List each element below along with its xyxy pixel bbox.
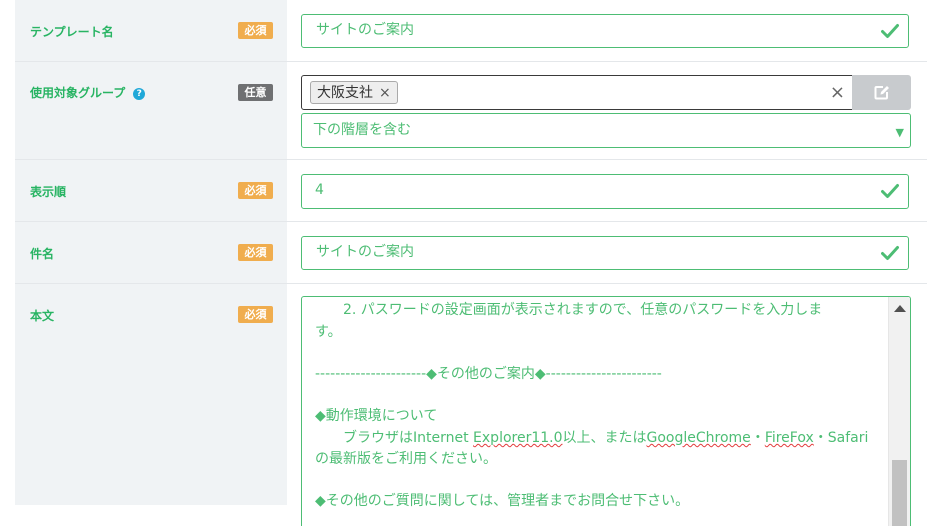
row-subject: 件名 必須 サイトのご案内 <box>15 222 927 284</box>
label-cell: 使用対象グループ? 任意 <box>15 62 287 159</box>
row-body: 本文 必須 2. パスワードの設定画面が表示されますので、任意のパスワードを入力… <box>15 284 927 526</box>
body-line: ブラウザはInternet Explorer11.0以上、またはGoogleCh… <box>315 427 868 447</box>
template-name-input[interactable]: サイトのご案内 <box>301 14 909 48</box>
body-line: 2. パスワードの設定画面が表示されますので、任意のパスワードを入力しま <box>315 302 823 318</box>
body-text-run: ブラウザは <box>315 430 413 446</box>
field-cell: 2. パスワードの設定画面が表示されますので、任意のパスワードを入力しま す。 … <box>287 284 927 526</box>
subject-value: サイトのご案内 <box>316 244 414 260</box>
subject-label: 件名 <box>30 247 55 261</box>
body-text-run: ・ <box>750 430 765 446</box>
template-name-value: サイトのご案内 <box>316 22 414 38</box>
field-cell: 大阪支社 × × 下の階層を含む ▼ <box>287 62 927 159</box>
required-badge: 必須 <box>238 244 273 261</box>
group-tag-label: 大阪支社 <box>317 85 373 101</box>
body-textarea[interactable]: 2. パスワードの設定画面が表示されますので、任意のパスワードを入力しま す。 … <box>301 296 911 526</box>
caret-down-icon: ▼ <box>895 126 904 139</box>
body-line: す。 <box>315 324 342 340</box>
body-line: ◆その他のご質問に関しては、管理者までお問合せ下さい。 <box>315 493 690 509</box>
display-order-input[interactable]: 4 <box>301 174 909 209</box>
template-name-label: テンプレート名 <box>30 25 114 39</box>
row-target-group: 使用対象グループ? 任意 大阪支社 × × 下の階層を含む ▼ <box>15 62 927 160</box>
body-line: ----------------------◆その他のご案内◆---------… <box>315 366 662 382</box>
misspelled-word: Explorer11.0 <box>473 430 563 446</box>
scope-select-value: 下の階層を含む <box>313 122 411 138</box>
body-line: ◆動作環境について <box>315 408 438 424</box>
edit-icon <box>874 86 889 100</box>
body-line: の最新版をご利用ください。 <box>315 451 497 467</box>
field-cell: サイトのご案内 <box>287 0 927 61</box>
label-cell: 本文 必須 <box>15 284 287 505</box>
scope-select[interactable]: 下の階層を含む ▼ <box>301 113 911 148</box>
scroll-up-arrow-icon[interactable] <box>894 305 906 312</box>
group-multiselect[interactable]: 大阪支社 × × <box>301 75 854 110</box>
required-badge: 必須 <box>238 306 273 323</box>
display-order-value: 4 <box>315 182 324 198</box>
label-cell: 表示順 必須 <box>15 160 287 221</box>
group-tag: 大阪支社 × <box>310 81 398 104</box>
scrollbar-thumb[interactable] <box>892 460 907 526</box>
clear-selection-icon[interactable]: × <box>830 83 845 103</box>
edit-group-button[interactable] <box>852 75 911 110</box>
question-circle-icon[interactable]: ? <box>133 88 146 100</box>
checkmark-icon <box>881 183 899 203</box>
body-label: 本文 <box>30 309 55 323</box>
body-text-run: ・Safari <box>813 430 869 446</box>
target-group-label: 使用対象グループ? <box>30 84 146 101</box>
required-badge: 必須 <box>238 182 273 199</box>
misspelled-word: GoogleChrome <box>646 430 751 446</box>
field-cell: サイトのご案内 <box>287 222 927 283</box>
tag-remove-icon[interactable]: × <box>379 85 391 101</box>
display-order-label: 表示順 <box>30 185 67 199</box>
checkmark-icon <box>881 245 899 265</box>
label-cell: テンプレート名 必須 <box>15 0 287 61</box>
template-form: テンプレート名 必須 サイトのご案内 使用対象グループ? 任意 大阪支社 × ×… <box>15 0 927 526</box>
checkmark-icon <box>881 23 899 43</box>
body-text-run: 以上、または <box>562 430 647 446</box>
row-display-order: 表示順 必須 4 <box>15 160 927 222</box>
body-text-run: Internet <box>413 430 469 446</box>
label-cell: 件名 必須 <box>15 222 287 283</box>
optional-badge: 任意 <box>238 84 273 101</box>
textarea-scrollbar[interactable] <box>888 297 910 526</box>
field-cell: 4 <box>287 160 927 221</box>
misspelled-word: FireFox <box>764 430 814 446</box>
row-template-name: テンプレート名 必須 サイトのご案内 <box>15 0 927 62</box>
required-badge: 必須 <box>238 22 273 39</box>
subject-input[interactable]: サイトのご案内 <box>301 236 909 270</box>
target-group-label-text: 使用対象グループ <box>30 86 126 100</box>
